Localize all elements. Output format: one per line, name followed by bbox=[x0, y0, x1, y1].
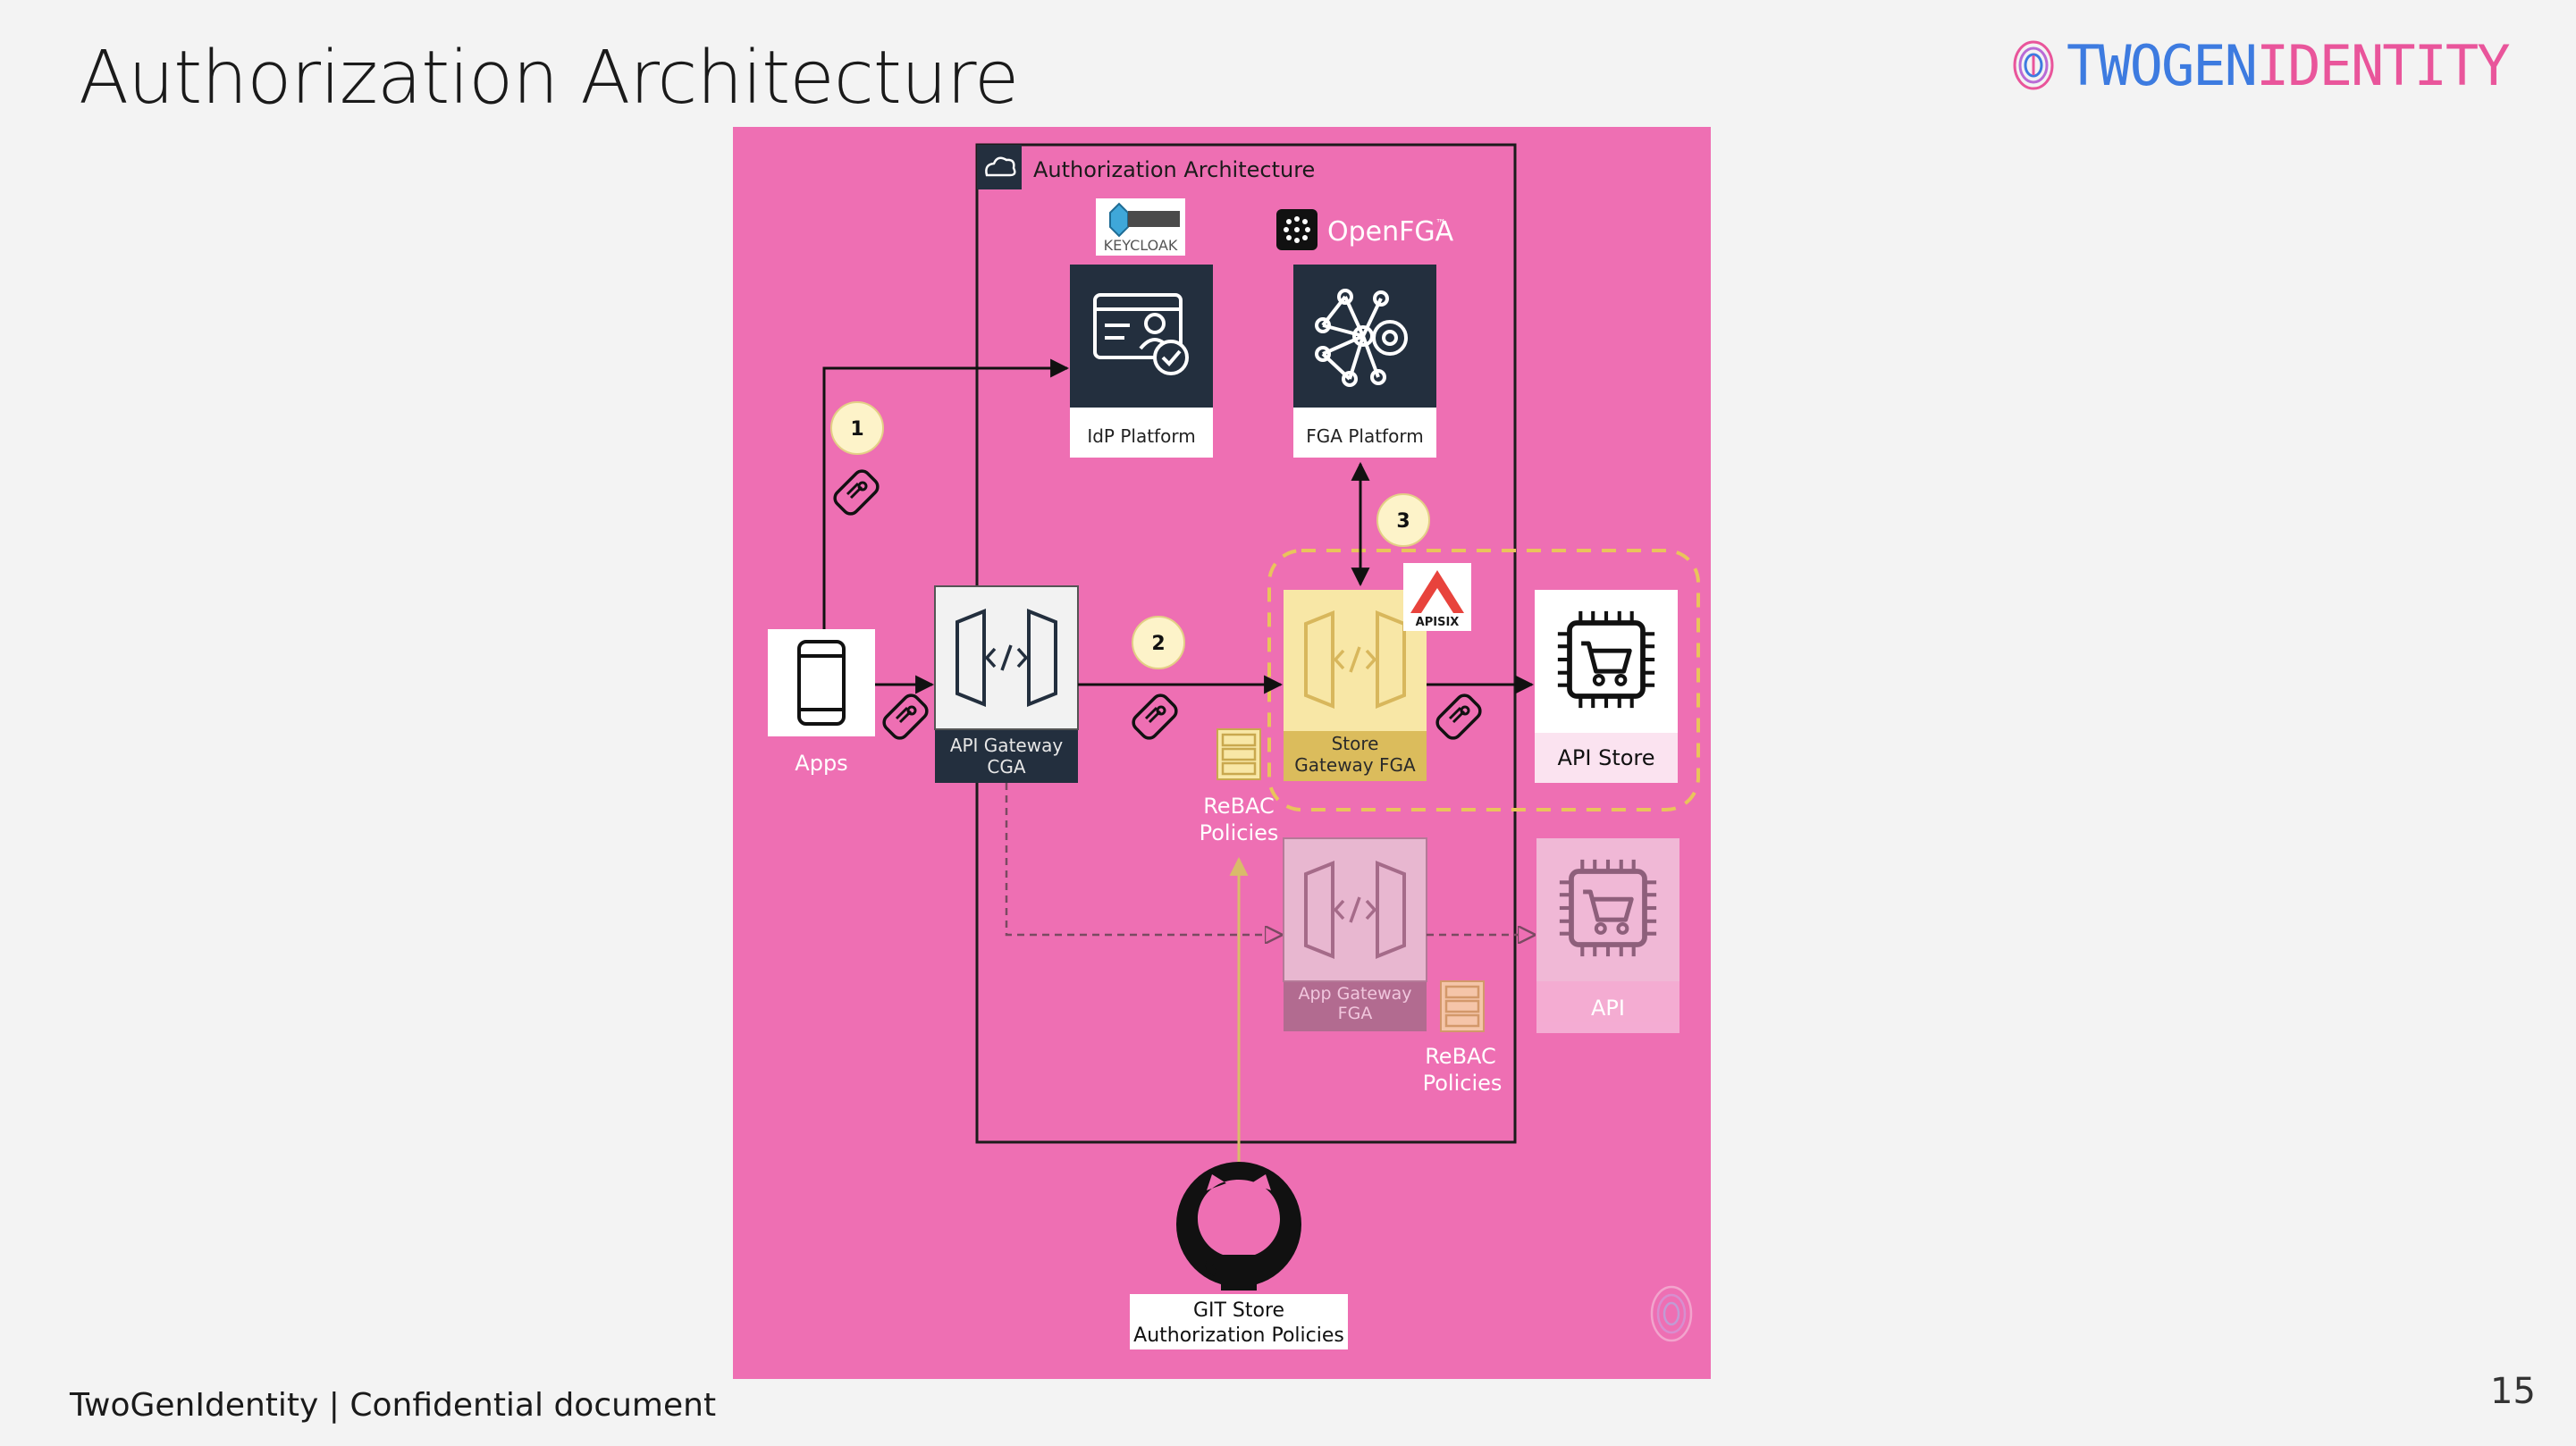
frame-title: Authorization Architecture bbox=[1033, 157, 1315, 182]
step-badge-1: 1 bbox=[830, 401, 884, 455]
page-number: 15 bbox=[2490, 1371, 2536, 1412]
keycloak-logo: KEYCLOAK bbox=[1096, 198, 1185, 256]
git-store-label-line1: GIT Store bbox=[1193, 1299, 1284, 1322]
api-gateway-node: API Gateway CGA bbox=[934, 585, 1079, 783]
store-gateway-label-line2: Gateway FGA bbox=[1294, 754, 1416, 776]
apps-label: Apps bbox=[795, 751, 847, 776]
slide-title: Authorization Architecture bbox=[79, 36, 1019, 121]
fingerprint-icon bbox=[2013, 40, 2054, 90]
rebac-policies-icon bbox=[1439, 979, 1486, 1033]
architecture-diagram: Authorization Architecture KEYCLOAK Open… bbox=[733, 127, 1711, 1379]
keycloak-logo-text: KEYCLOAK bbox=[1104, 237, 1178, 254]
api-gateway-label-line2: CGA bbox=[987, 756, 1025, 778]
idp-platform-node: IdP Platform bbox=[1070, 265, 1213, 458]
app-gateway-label-line2: FGA bbox=[1338, 1004, 1373, 1023]
git-store-label-line2: Authorization Policies bbox=[1133, 1324, 1344, 1347]
app-gateway-label-line1: App Gateway bbox=[1298, 984, 1411, 1004]
openfga-trademark: ™ bbox=[1435, 217, 1446, 230]
step-1-text: 1 bbox=[850, 418, 863, 441]
step-3-text: 3 bbox=[1396, 510, 1410, 533]
app-gateway-node: App Gateway FGA bbox=[1283, 837, 1427, 1031]
api-store-node: API Store bbox=[1535, 590, 1678, 783]
idp-platform-label: IdP Platform bbox=[1087, 425, 1195, 447]
brand-two-text: TWOGEN bbox=[2067, 32, 2258, 98]
rebac-policies-icon bbox=[1216, 727, 1262, 781]
api-label: API bbox=[1591, 996, 1625, 1021]
rebac-policies-1-line2: Policies bbox=[1200, 820, 1279, 845]
brand-logo: TWOGENIDENTITY bbox=[2011, 32, 2511, 98]
brand-identity-text: IDENTITY bbox=[2255, 32, 2511, 98]
footer-text: TwoGenIdentity | Confidential document bbox=[70, 1387, 717, 1424]
cloud-badge bbox=[977, 145, 1022, 189]
step-badge-3: 3 bbox=[1376, 493, 1430, 547]
rebac-policies-2-line1: ReBAC bbox=[1425, 1044, 1496, 1069]
step-2-text: 2 bbox=[1151, 633, 1165, 655]
apisix-logo-text: APISIX bbox=[1416, 616, 1460, 629]
api-gateway-label-line1: API Gateway bbox=[950, 735, 1064, 756]
step-badge-2: 2 bbox=[1132, 616, 1185, 669]
fga-platform-node: FGA Platform bbox=[1293, 265, 1436, 458]
api-store-label: API Store bbox=[1557, 745, 1654, 770]
fga-platform-label: FGA Platform bbox=[1306, 425, 1423, 447]
rebac-policies-2-line2: Policies bbox=[1423, 1071, 1503, 1096]
apisix-logo: APISIX bbox=[1403, 563, 1471, 631]
rebac-policies-1-line1: ReBAC bbox=[1203, 794, 1275, 819]
store-gateway-label-line1: Store bbox=[1332, 733, 1379, 754]
brand-name: TWOGENIDENTITY bbox=[2067, 32, 2511, 98]
